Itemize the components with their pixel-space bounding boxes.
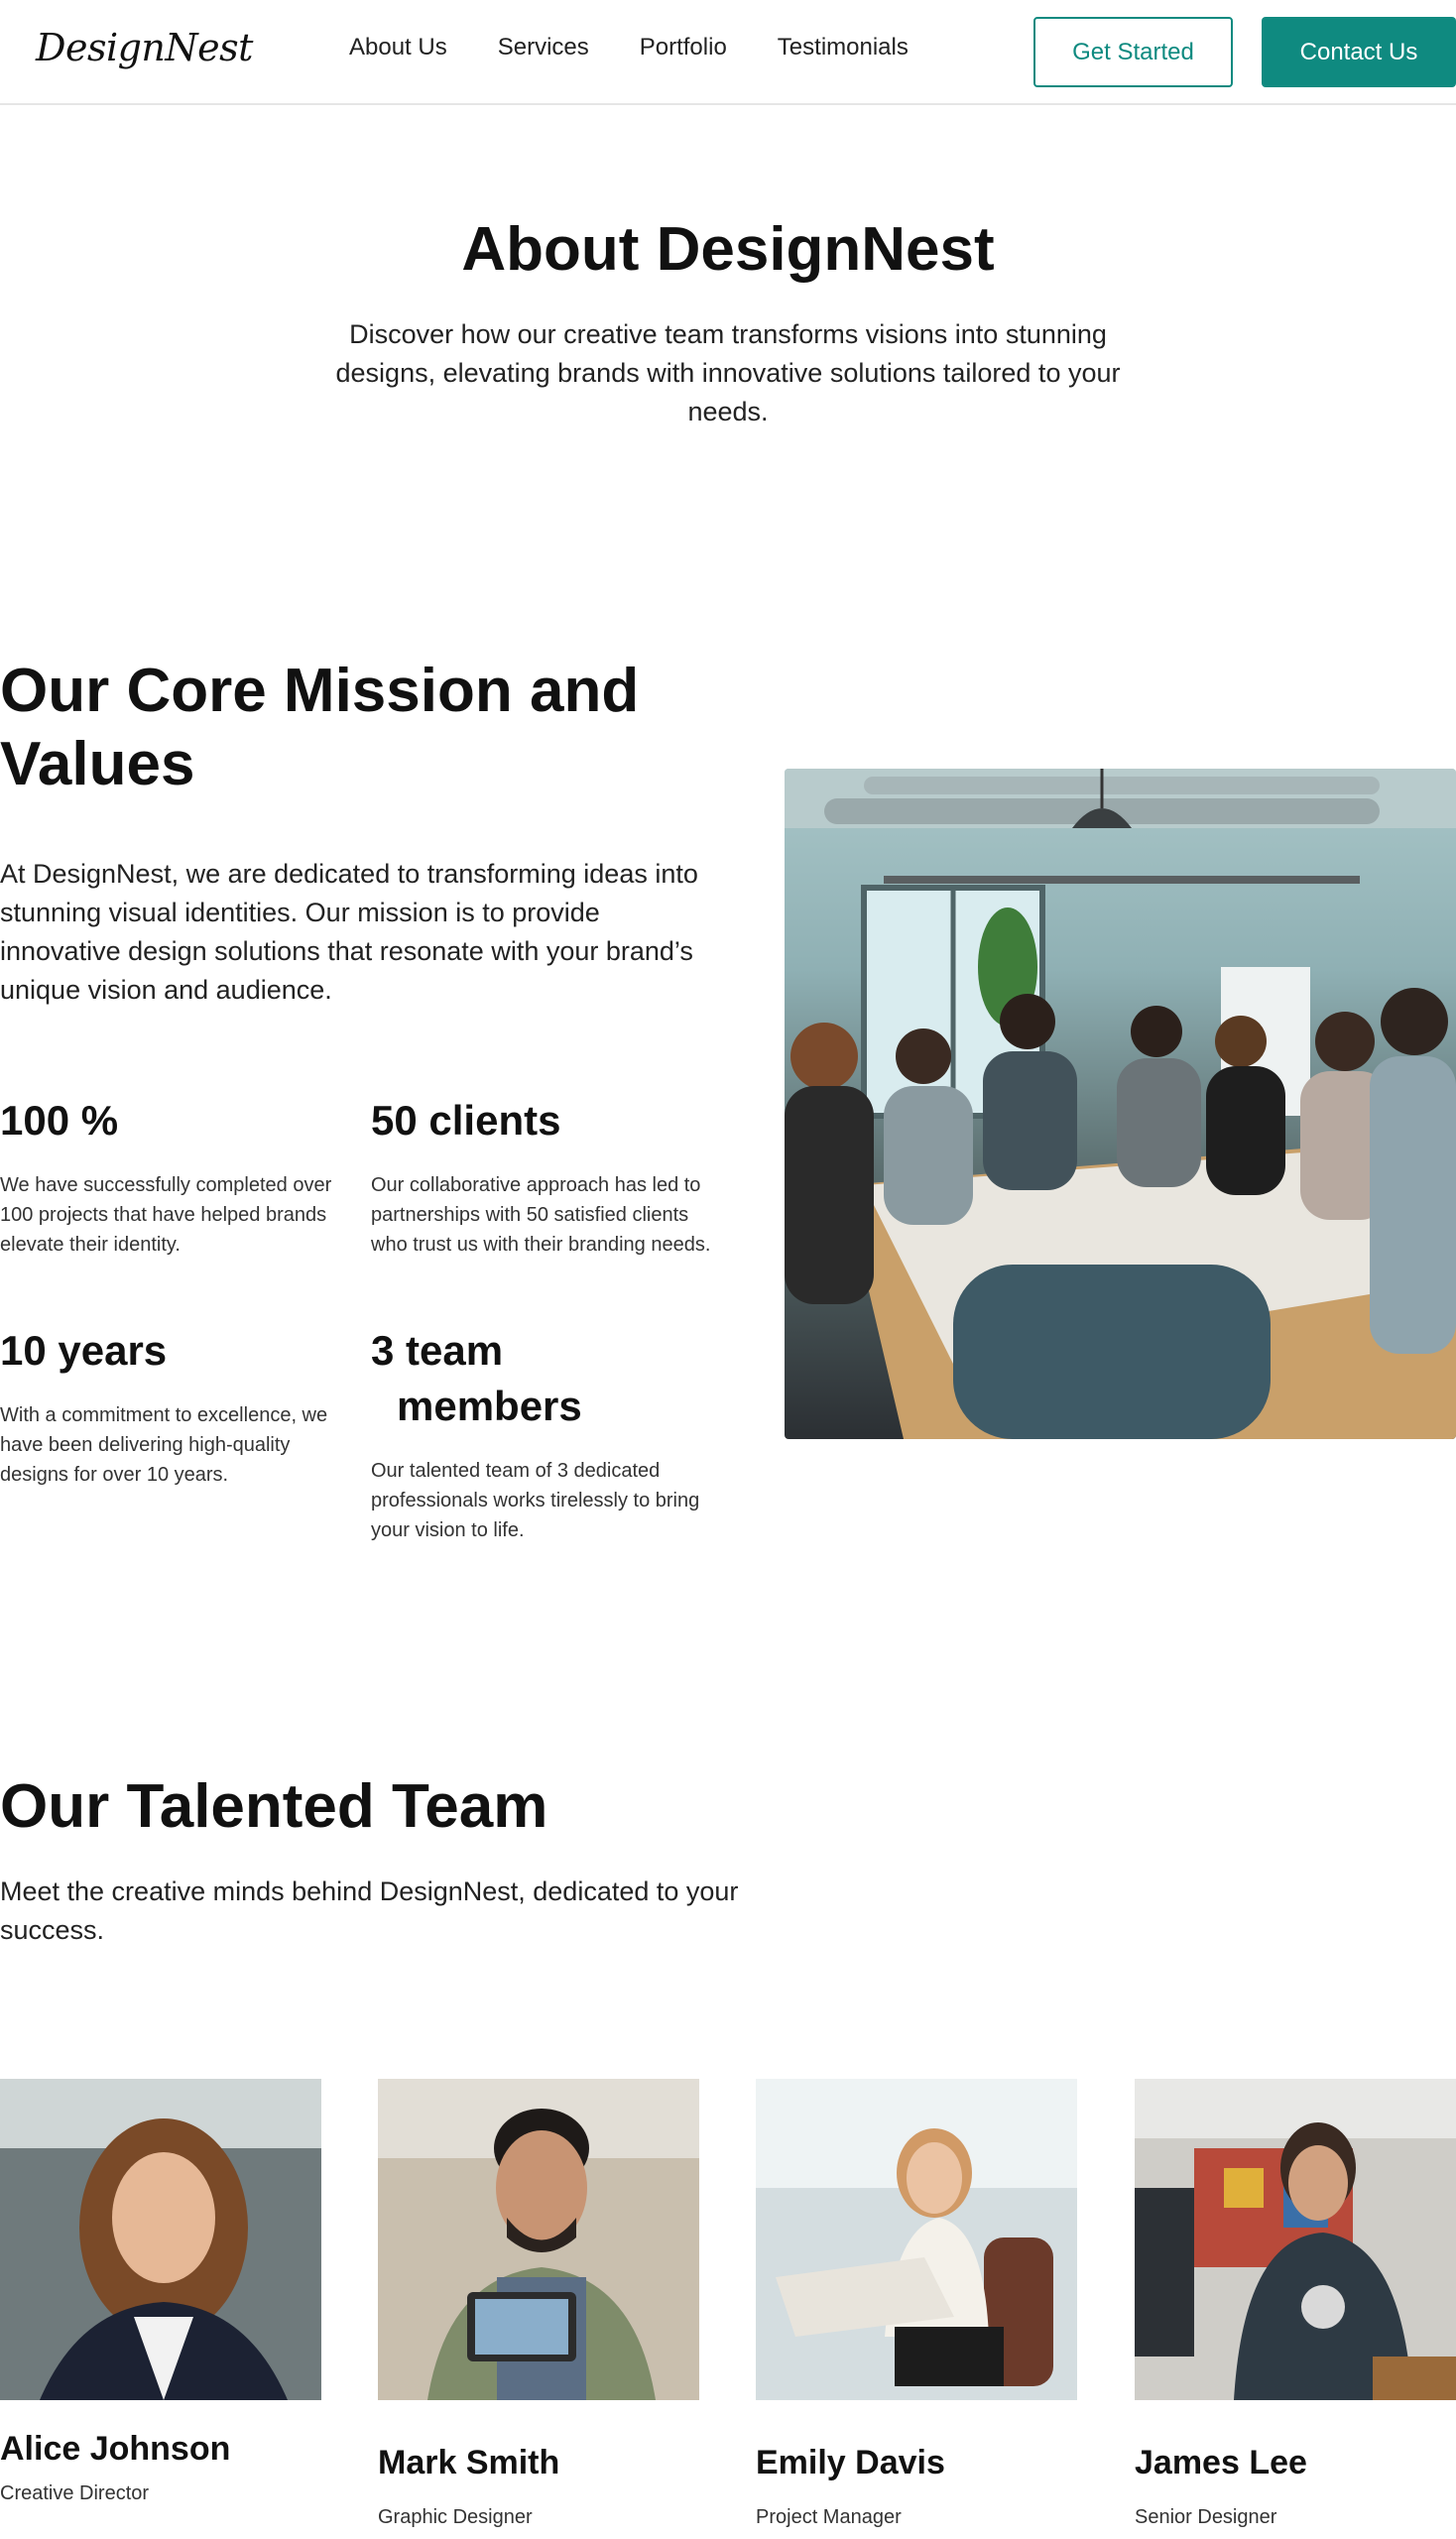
stat-value-line1: 3 team — [371, 1327, 504, 1374]
team-meeting-image — [785, 769, 1456, 1439]
team-member-card: Alice Johnson Creative Director — [0, 2079, 321, 2505]
portrait-mark-smith — [378, 2079, 699, 2400]
member-name: Mark Smith — [378, 2444, 560, 2481]
stat-years: 10 years With a commitment to excellence… — [0, 1323, 347, 1490]
team-meeting-illustration — [785, 769, 1456, 1439]
member-role: Creative Director — [0, 2482, 150, 2504]
stat-value: 50 clients — [371, 1097, 561, 1144]
stat-value: 100 % — [0, 1097, 119, 1144]
mission-heading: Our Core Mission and Values — [0, 657, 640, 798]
contact-us-button[interactable]: Contact Us — [1262, 17, 1456, 87]
team-subtitle: Meet the creative minds behind DesignNes… — [0, 1876, 739, 1945]
stat-team-members: 3 team members Our talented team of 3 de… — [371, 1323, 718, 1545]
portrait-alice-johnson — [0, 2079, 321, 2400]
page-title: About DesignNest — [461, 215, 995, 284]
nav-services[interactable]: Services — [498, 34, 589, 61]
stat-description: Our collaborative approach has led to pa… — [371, 1174, 711, 1256]
stat-value-line2: members — [397, 1383, 582, 1429]
member-name: Emily Davis — [756, 2444, 945, 2481]
member-name: James Lee — [1135, 2444, 1307, 2481]
stat-projects: 100 % We have successfully completed ove… — [0, 1093, 347, 1260]
member-name: Alice Johnson — [0, 2430, 231, 2468]
stat-value: 3 team members — [371, 1323, 718, 1434]
hero-subtitle: Discover how our creative team transform… — [335, 319, 1121, 426]
team-member-card: James Lee Senior Designer — [1135, 2079, 1456, 2529]
portrait-james-lee — [1135, 2079, 1456, 2400]
nav-testimonials[interactable]: Testimonials — [778, 34, 909, 61]
avatar — [1135, 2079, 1456, 2400]
avatar — [0, 2079, 321, 2400]
site-header: DesignNest About Us Services Portfolio T… — [0, 0, 1456, 105]
mission-description: At DesignNest, we are dedicated to trans… — [0, 859, 698, 1005]
logo[interactable]: DesignNest — [36, 26, 253, 69]
avatar — [378, 2079, 699, 2400]
stat-description: Our talented team of 3 dedicated profess… — [371, 1460, 700, 1541]
nav-portfolio[interactable]: Portfolio — [640, 34, 727, 61]
avatar — [756, 2079, 1077, 2400]
team-member-card: Emily Davis Project Manager — [756, 2079, 1077, 2529]
member-role: Project Manager — [756, 2506, 902, 2528]
stat-description: With a commitment to excellence, we have… — [0, 1404, 328, 1486]
nav-about-us[interactable]: About Us — [349, 34, 447, 61]
portrait-emily-davis — [756, 2079, 1077, 2400]
stat-clients: 50 clients Our collaborative approach ha… — [371, 1093, 718, 1260]
stat-description: We have successfully completed over 100 … — [0, 1174, 332, 1256]
team-heading: Our Talented Team — [0, 1772, 548, 1841]
stat-value: 10 years — [0, 1327, 168, 1374]
get-started-button[interactable]: Get Started — [1033, 17, 1233, 87]
team-member-card: Mark Smith Graphic Designer — [378, 2079, 699, 2529]
member-role: Graphic Designer — [378, 2506, 533, 2528]
main-nav: About Us Services Portfolio Testimonials — [349, 34, 959, 61]
member-role: Senior Designer — [1135, 2506, 1277, 2528]
